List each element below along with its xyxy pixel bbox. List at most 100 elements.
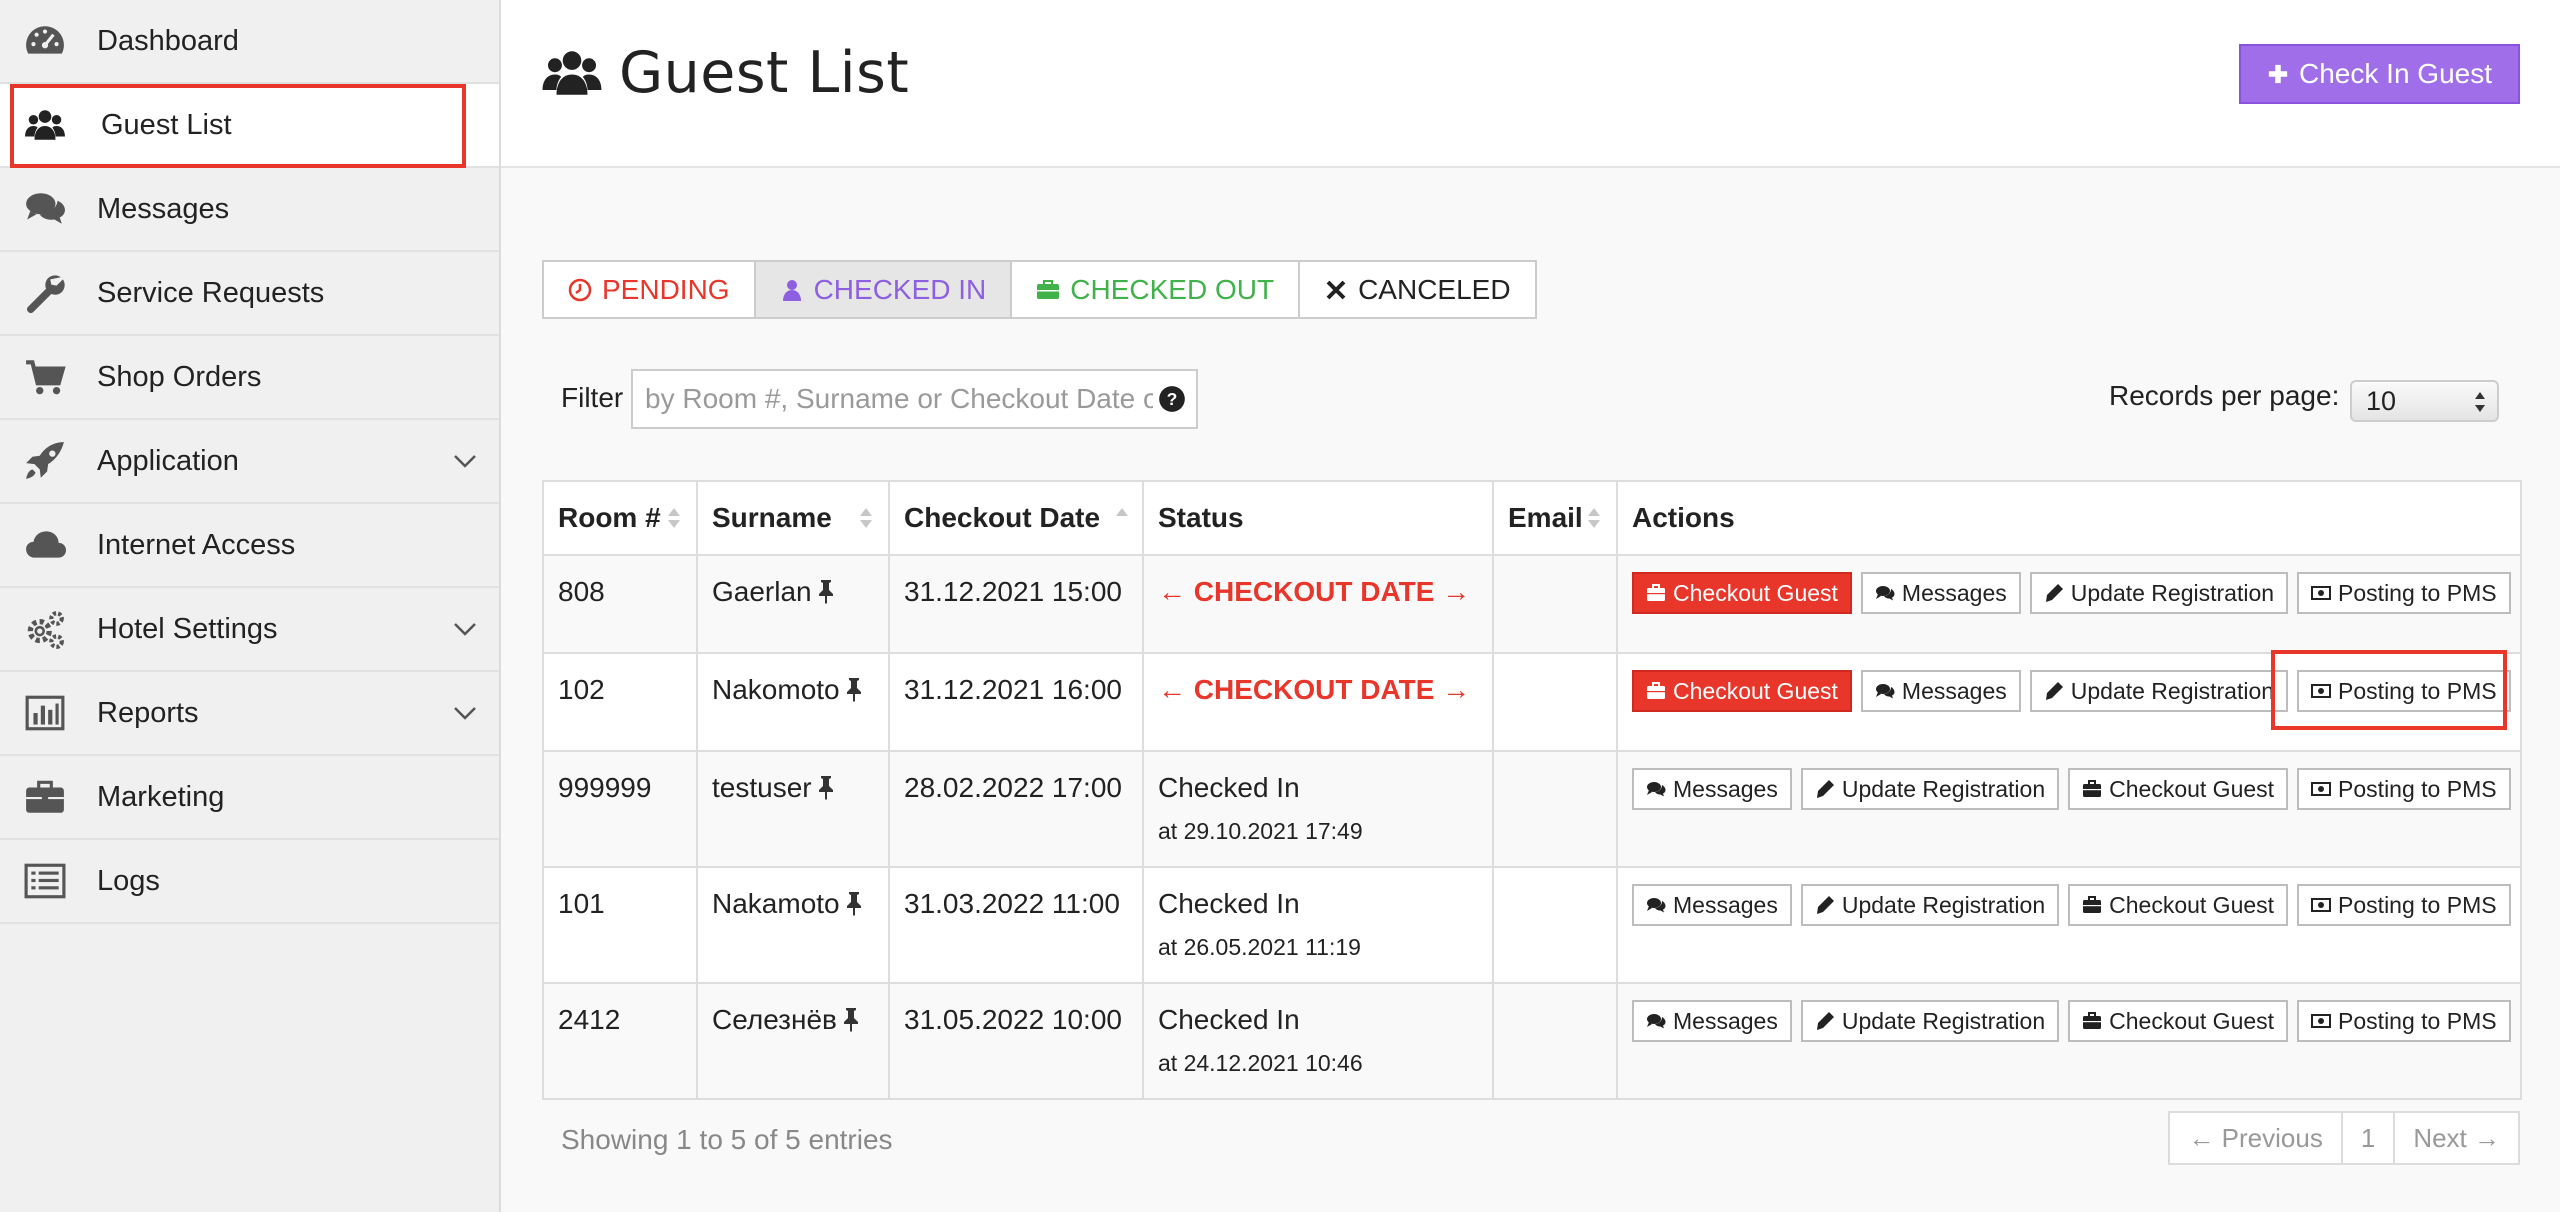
pagination-page[interactable]: 1	[2343, 1113, 2396, 1163]
sidebar-item-logs[interactable]: Logs	[0, 840, 499, 924]
cell-checkout-date: 31.12.2021 16:00	[888, 652, 1144, 752]
bar-chart-icon	[22, 692, 68, 734]
records-per-page-select[interactable]: 10	[2350, 380, 2499, 422]
tab-label: PENDING	[602, 273, 730, 305]
sidebar-item-reports[interactable]: Reports	[0, 672, 499, 756]
sidebar-item-messages[interactable]: Messages	[0, 168, 499, 252]
sidebar-item-guest-list[interactable]: Guest List	[0, 84, 499, 168]
column-header-checkout-date[interactable]: Checkout Date	[888, 480, 1144, 556]
question-circle-icon[interactable]: ?	[1158, 385, 1186, 413]
messages-button[interactable]: Messages	[1632, 884, 1792, 926]
sidebar-item-label: Reports	[97, 696, 199, 729]
check-in-guest-button[interactable]: Check In Guest	[2239, 44, 2520, 104]
cell-status: ← CHECKOUT DATE →	[1142, 652, 1494, 752]
column-header-actions: Actions	[1616, 480, 2522, 556]
cell-surname: Nakomoto	[696, 652, 890, 752]
sidebar-item-label: Messages	[97, 192, 230, 225]
cloud-icon	[22, 524, 68, 566]
cell-actions: Messages Update Registration Checkout Gu…	[1616, 750, 2522, 868]
sort-icon	[860, 508, 872, 528]
sidebar-item-marketing[interactable]: Marketing	[0, 756, 499, 840]
status-text: Checked In	[1158, 772, 1300, 803]
sidebar-item-internet-access[interactable]: Internet Access	[0, 504, 499, 588]
sidebar-item-application[interactable]: Application	[0, 420, 499, 504]
checkout-guest-button[interactable]: Checkout Guest	[2068, 884, 2289, 926]
pagination-next[interactable]: Next →	[2395, 1113, 2518, 1163]
checkout-guest-button[interactable]: Checkout Guest	[1632, 572, 1852, 614]
thumbtack-icon	[818, 776, 833, 800]
pagination: ← Previous 1 Next →	[2168, 1111, 2520, 1165]
briefcase-icon	[1037, 279, 1060, 299]
pencil-icon	[2045, 682, 2063, 700]
comments-icon	[1875, 586, 1895, 601]
pagination-previous[interactable]: ← Previous	[2170, 1113, 2343, 1163]
filter-label: Filter	[561, 382, 624, 413]
tab-pending[interactable]: PENDING	[544, 262, 756, 317]
checkout-guest-button[interactable]: Checkout Guest	[2068, 768, 2289, 810]
update-registration-button[interactable]: Update Registration	[1800, 884, 2060, 926]
posting-to-pms-button[interactable]: Posting to PMS	[2297, 768, 2511, 810]
update-registration-button[interactable]: Update Registration	[1800, 768, 2060, 810]
list-icon	[22, 860, 68, 902]
cell-surname: Nakamoto	[696, 866, 890, 984]
pencil-icon	[1816, 896, 1834, 914]
checkout-guest-button[interactable]: Checkout Guest	[2068, 1000, 2289, 1042]
update-registration-button[interactable]: Update Registration	[2029, 670, 2289, 712]
sidebar-item-label: Shop Orders	[97, 360, 262, 393]
column-header-surname[interactable]: Surname	[696, 480, 890, 556]
sidebar-item-label: Internet Access	[97, 528, 296, 561]
sidebar-item-hotel-settings[interactable]: Hotel Settings	[0, 588, 499, 672]
column-header-status[interactable]: Status	[1142, 480, 1494, 556]
update-registration-button[interactable]: Update Registration	[2029, 572, 2289, 614]
plus-icon	[2268, 64, 2288, 84]
messages-button[interactable]: Messages	[1860, 572, 2021, 614]
wrench-icon	[22, 272, 68, 314]
cell-email	[1492, 982, 1618, 1100]
sidebar-item-dashboard[interactable]: Dashboard	[0, 0, 499, 84]
table-row: 808 Gaerlan 31.12.2021 15:00 ← CHECKOUT …	[542, 554, 2522, 654]
posting-to-pms-button[interactable]: Posting to PMS	[2297, 1000, 2511, 1042]
users-icon	[542, 51, 602, 95]
tab-label: CHECKED OUT	[1070, 273, 1275, 305]
chevron-down-icon[interactable]	[451, 699, 479, 727]
posting-to-pms-button[interactable]: Posting to PMS	[2297, 572, 2511, 614]
chevron-down-icon[interactable]	[451, 615, 479, 643]
thumbtack-icon	[818, 580, 833, 604]
page-title-text: Guest List	[619, 40, 910, 106]
sidebar-item-label: Marketing	[97, 780, 225, 813]
tab-checked-in[interactable]: CHECKED IN	[755, 262, 1013, 317]
briefcase-icon	[22, 776, 68, 818]
cell-room: 2412	[542, 982, 698, 1100]
column-header-email[interactable]: Email	[1492, 480, 1618, 556]
sidebar-item-shop-orders[interactable]: Shop Orders	[0, 336, 499, 420]
app: Dashboard Guest List Messages Service Re…	[0, 0, 2560, 1212]
messages-button[interactable]: Messages	[1632, 768, 1792, 810]
clock-icon	[568, 278, 592, 301]
money-icon	[2311, 586, 2332, 600]
thumbtack-icon	[846, 678, 861, 702]
briefcase-icon	[2083, 780, 2102, 797]
posting-to-pms-button[interactable]: Posting to PMS	[2297, 884, 2511, 926]
pencil-icon	[1816, 780, 1834, 798]
gears-icon	[22, 608, 68, 650]
rocket-icon	[22, 440, 68, 482]
column-header-room[interactable]: Room #	[542, 480, 698, 556]
cell-actions: Checkout Guest Messages Update Registrat…	[1616, 652, 2522, 752]
messages-button[interactable]: Messages	[1860, 670, 2021, 712]
checkout-guest-button[interactable]: Checkout Guest	[1632, 670, 1852, 712]
tab-canceled[interactable]: CANCELED	[1300, 262, 1534, 317]
filter-input[interactable]	[633, 371, 1153, 427]
cell-email	[1492, 554, 1618, 654]
chevron-down-icon[interactable]	[451, 447, 479, 475]
tab-checked-out[interactable]: CHECKED OUT	[1012, 262, 1301, 317]
records-per-page-value: 10	[2366, 385, 2397, 416]
posting-to-pms-button[interactable]: Posting to PMS	[2297, 670, 2511, 712]
update-registration-button[interactable]: Update Registration	[1800, 1000, 2060, 1042]
messages-button[interactable]: Messages	[1632, 1000, 1792, 1042]
briefcase-icon	[1647, 584, 1665, 601]
cell-status: ← CHECKOUT DATE →	[1142, 554, 1494, 654]
cell-checkout-date: 31.05.2022 10:00	[888, 982, 1144, 1100]
sidebar-item-label: Application	[97, 444, 239, 477]
sidebar-item-service-requests[interactable]: Service Requests	[0, 252, 499, 336]
status-text: Checked In	[1158, 888, 1300, 919]
